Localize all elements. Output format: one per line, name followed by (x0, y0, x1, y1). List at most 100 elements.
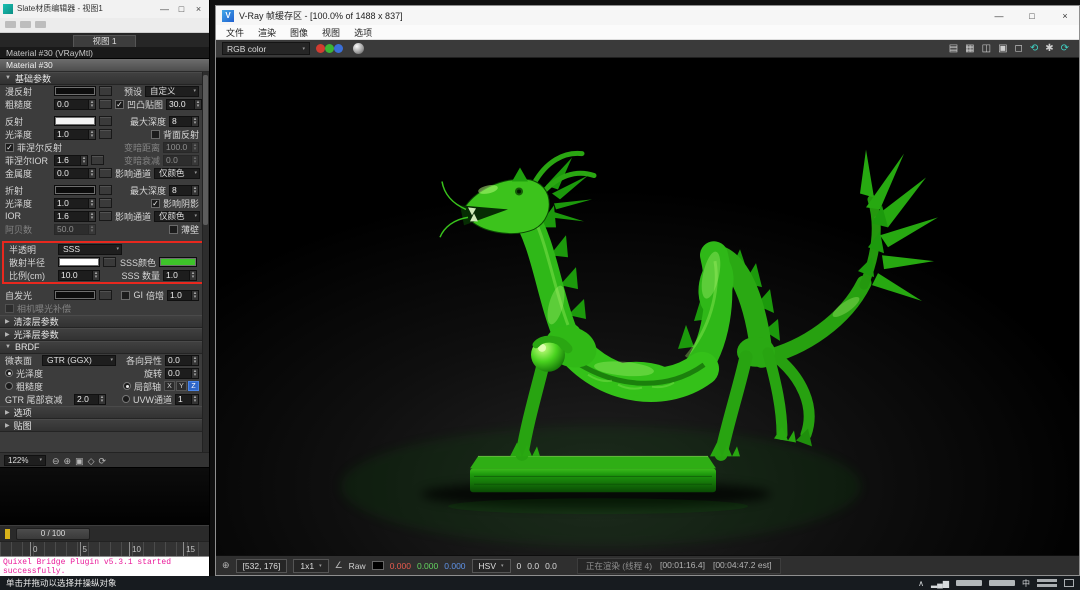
value-spinner[interactable]: 8▴▾ (169, 185, 199, 196)
map-slot-button[interactable] (99, 185, 112, 195)
axis-y-button[interactable]: Y (176, 381, 187, 391)
network-signal-icon[interactable]: ▂▄▆ (931, 579, 949, 588)
pixel-kernel-dropdown[interactable]: 1x1 ▾ (293, 559, 328, 573)
zoom-level-dropdown[interactable]: 122% ▾ (4, 455, 46, 466)
zoom-extents-icon[interactable]: ▣ (73, 456, 86, 466)
time-slider-track[interactable]: 0 / 100 (0, 525, 209, 541)
color-swatch[interactable] (54, 290, 96, 300)
follow-mouse-icon[interactable]: ◻ (1015, 43, 1023, 54)
axis-x-button[interactable]: X (164, 381, 175, 391)
tray-text-blob[interactable] (989, 580, 1015, 586)
tab-view-1[interactable]: 视图 1 (73, 35, 135, 47)
menu-file[interactable]: 文件 (226, 26, 244, 39)
color-swatch[interactable] (58, 257, 100, 267)
value-spinner[interactable]: 10.0▴▾ (58, 270, 100, 281)
spinner-arrows[interactable]: ▴▾ (88, 130, 95, 139)
value-spinner[interactable]: 0.0▴▾ (165, 355, 199, 366)
pan-icon[interactable]: ◇ (86, 456, 97, 466)
spinner-arrows[interactable]: ▴▾ (191, 395, 198, 404)
render-last-icon[interactable]: ⟳ (1061, 43, 1069, 54)
params-scrollbar[interactable] (202, 72, 209, 453)
map-slot-button[interactable] (91, 155, 104, 165)
spinner-arrows[interactable]: ▴▾ (191, 291, 198, 300)
angle-probe-icon[interactable]: ∠ (335, 560, 343, 571)
track-bar-ruler[interactable]: 051015 (0, 541, 209, 556)
spinner-arrows[interactable]: ▴▾ (191, 186, 198, 195)
spinner-arrows[interactable]: ▴▾ (92, 271, 99, 280)
minimize-icon[interactable]: — (985, 7, 1013, 25)
maximize-icon[interactable]: □ (173, 1, 190, 17)
value-spinner[interactable]: 0.0▴▾ (165, 368, 199, 379)
radio-button[interactable]: 局部轴 (123, 380, 161, 393)
rollout-header[interactable]: ▼BRDF (0, 341, 209, 354)
checkbox[interactable]: 薄壁 (169, 223, 199, 236)
spinner-arrows[interactable]: ▴▾ (88, 199, 95, 208)
color-space-dropdown[interactable]: HSV ▾ (472, 559, 511, 573)
vfb-titlebar[interactable]: V V-Ray 帧缓存区 - [100.0% of 1488 x 837] — … (216, 6, 1079, 25)
tray-expand-icon[interactable]: ∧ (918, 579, 924, 588)
axis-z-button[interactable]: Z (188, 381, 199, 391)
checkbox[interactable]: 相机曝光补偿 (5, 302, 71, 315)
map-slot-button[interactable] (99, 168, 112, 178)
toolbar-item-blob[interactable] (35, 21, 46, 28)
map-slot-button[interactable] (99, 99, 112, 109)
value-spinner[interactable]: 30.0▴▾ (166, 99, 202, 110)
spinner-arrows[interactable]: ▴▾ (80, 156, 87, 165)
radio-button[interactable]: 光泽度 (5, 367, 43, 380)
maximize-icon[interactable]: □ (1018, 7, 1046, 25)
zoom-in-icon[interactable]: ⊕ (62, 456, 74, 466)
map-slot-button[interactable] (99, 211, 112, 221)
spinner-arrows[interactable]: ▴▾ (191, 369, 198, 378)
blue-channel-toggle[interactable] (334, 44, 343, 53)
spinner-arrows[interactable]: ▴▾ (191, 156, 198, 165)
spinner-arrows[interactable]: ▴▾ (88, 169, 95, 178)
spinner-arrows[interactable]: ▴▾ (194, 100, 201, 109)
checkbox[interactable]: ✓凹凸贴图 (115, 98, 163, 111)
map-slot-button[interactable] (99, 290, 112, 300)
map-slot-button[interactable] (99, 86, 112, 96)
value-spinner[interactable]: 1.0▴▾ (54, 198, 96, 209)
checkbox[interactable]: GI (121, 290, 143, 300)
node-view-empty-area[interactable] (0, 467, 209, 525)
rollout-header[interactable]: ▶清漆层参数 (0, 315, 209, 328)
rollout-header[interactable]: ▶光泽层参数 (0, 328, 209, 341)
color-swatch[interactable] (54, 86, 96, 96)
rollout-header[interactable]: ▼基础参数 (0, 72, 209, 85)
dropdown[interactable]: 仅颜色▾ (154, 168, 200, 179)
menu-view[interactable]: 视图 (322, 26, 340, 39)
render-view[interactable] (216, 58, 1079, 555)
value-spinner[interactable]: 50.0▴▾ (54, 224, 96, 235)
refresh-view-icon[interactable]: ⟳ (97, 456, 109, 466)
display-sphere-icon[interactable] (353, 43, 364, 54)
color-swatch[interactable] (54, 185, 96, 195)
channel-select-dropdown[interactable]: RGB color ▾ (222, 42, 310, 55)
spinner-arrows[interactable]: ▴▾ (191, 143, 198, 152)
value-spinner[interactable]: 1.6▴▾ (54, 155, 88, 166)
checkbox[interactable]: 背面反射 (151, 128, 199, 141)
value-spinner[interactable]: 0.0▴▾ (163, 155, 199, 166)
close-icon[interactable]: × (190, 1, 207, 17)
minimize-icon[interactable]: — (156, 1, 173, 17)
menu-render[interactable]: 渲染 (258, 26, 276, 39)
spinner-arrows[interactable]: ▴▾ (88, 225, 95, 234)
menu-image[interactable]: 图像 (290, 26, 308, 39)
value-spinner[interactable]: 1.0▴▾ (54, 129, 96, 140)
compare-images-icon[interactable]: ◫ (982, 43, 991, 54)
map-slot-button[interactable] (99, 198, 112, 208)
rollout-header[interactable]: ▶贴图 (0, 419, 209, 432)
value-spinner[interactable]: 1.0▴▾ (167, 290, 199, 301)
radio-button[interactable]: UVW通道 (122, 393, 172, 406)
value-spinner[interactable]: 1.0▴▾ (163, 270, 197, 281)
map-slot-button[interactable] (103, 257, 116, 267)
update-render-icon[interactable]: ⟲ (1030, 43, 1038, 54)
time-slider-handle[interactable]: 0 / 100 (16, 528, 90, 540)
zoom-out-icon[interactable]: ⊖ (50, 456, 62, 466)
clock-area[interactable] (1037, 579, 1057, 587)
notification-center-icon[interactable] (1064, 579, 1074, 587)
dropdown[interactable]: 自定义▾ (145, 86, 199, 97)
dropdown[interactable]: 仅颜色▾ (154, 211, 200, 222)
map-slot-button[interactable] (99, 129, 112, 139)
checkbox[interactable]: ✓菲涅尔反射 (5, 141, 62, 154)
spinner-arrows[interactable]: ▴▾ (191, 356, 198, 365)
color-swatch[interactable] (54, 116, 96, 126)
